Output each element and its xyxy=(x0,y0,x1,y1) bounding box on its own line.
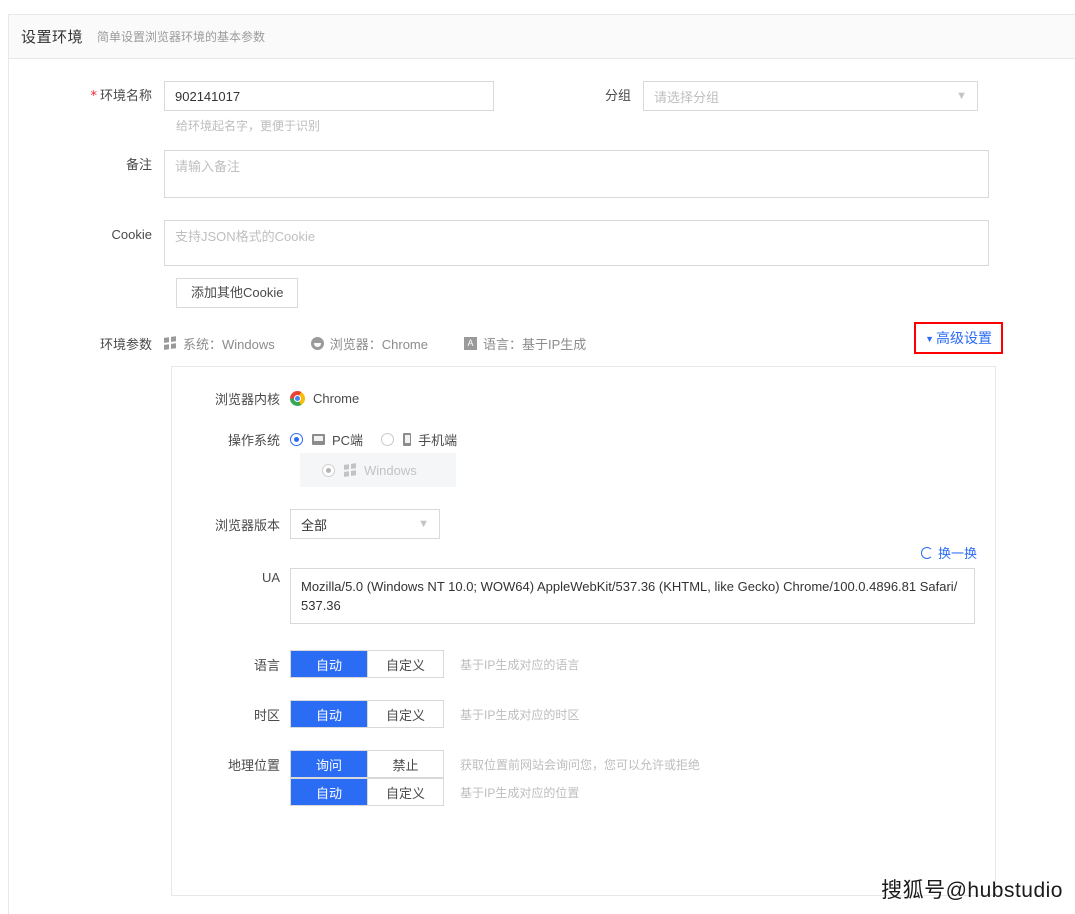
timezone-toggle-auto[interactable]: 自动 xyxy=(291,701,367,727)
geolocation-source-hint: 基于IP生成对应的位置 xyxy=(460,784,579,801)
timezone-hint: 基于IP生成对应的时区 xyxy=(460,706,579,723)
env-name-helper: 给环境起名字，更便于识别 xyxy=(176,117,1075,134)
language-toggle-auto[interactable]: 自动 xyxy=(291,651,367,677)
browser-kernel-value: Chrome xyxy=(313,391,359,406)
operating-system-row: 操作系统 PC端 手机端 xyxy=(172,430,995,449)
timezone-label: 时区 xyxy=(172,705,290,724)
page-title: 设置环境 xyxy=(21,26,83,47)
env-param-system: 系统：Windows xyxy=(164,334,275,353)
env-params-row: 环境参数 系统：Windows 浏览器：Chrome A 语言：基于IP生成 ▼… xyxy=(9,334,1075,353)
refresh-ua-button[interactable]: 换一换 xyxy=(921,543,977,562)
group-select[interactable]: 请选择分组 ▼ xyxy=(643,81,978,111)
geolocation-ask-button[interactable]: 询问 xyxy=(291,751,367,777)
watermark: 搜狐号@hubstudio xyxy=(881,874,1063,904)
browser-version-value: 全部 xyxy=(301,515,327,534)
operating-system-label: 操作系统 xyxy=(172,430,290,449)
env-name-input[interactable] xyxy=(164,81,494,111)
geolocation-source-toggle: 自动 自定义 xyxy=(290,778,444,806)
language-icon: A xyxy=(464,337,477,350)
radio-pc-icon xyxy=(290,433,303,446)
cookie-textarea[interactable] xyxy=(164,220,989,266)
geolocation-block-button[interactable]: 禁止 xyxy=(367,751,443,777)
ua-label: UA xyxy=(172,568,290,588)
cookie-label: Cookie xyxy=(9,220,164,250)
os-option-pc[interactable]: PC端 xyxy=(290,430,363,449)
chrome-grey-icon xyxy=(311,337,324,350)
geolocation-row: 地理位置 询问 禁止 获取位置前网站会询问您，您可以允许或拒绝 xyxy=(172,750,995,778)
chevron-down-icon: ▼ xyxy=(956,91,967,102)
browser-version-label: 浏览器版本 xyxy=(172,515,290,534)
env-name-label-text: 环境名称 xyxy=(100,88,152,103)
geolocation-label: 地理位置 xyxy=(172,755,290,774)
env-param-language: A 语言：基于IP生成 xyxy=(464,334,586,353)
environment-form: *环境名称 分组 请选择分组 ▼ 给环境起名字，更便于识别 备注 Cookie … xyxy=(9,59,1075,896)
os-sub-option-label: Windows xyxy=(364,463,417,478)
language-hint: 基于IP生成对应的语言 xyxy=(460,656,579,673)
browser-kernel-row: 浏览器内核 Chrome xyxy=(172,389,995,408)
group-select-placeholder: 请选择分组 xyxy=(654,87,719,106)
advanced-settings-label: 高级设置 xyxy=(936,330,992,346)
geolocation-permission-toggle: 询问 禁止 xyxy=(290,750,444,778)
chrome-icon xyxy=(290,391,305,406)
page-header: 设置环境 简单设置浏览器环境的基本参数 xyxy=(9,15,1075,59)
ua-refresh-row: 换一换 xyxy=(172,543,995,562)
required-asterisk: * xyxy=(90,89,97,104)
timezone-row: 时区 自动 自定义 基于IP生成对应的时区 xyxy=(172,700,995,728)
env-params-label: 环境参数 xyxy=(9,334,164,353)
os-option-mobile[interactable]: 手机端 xyxy=(381,430,457,449)
advanced-settings-toggle[interactable]: ▼高级设置 xyxy=(914,322,1003,354)
radio-mobile-icon xyxy=(381,433,394,446)
refresh-icon xyxy=(921,547,933,559)
add-other-cookie-button[interactable]: 添加其他Cookie xyxy=(176,278,298,308)
browser-version-select[interactable]: 全部 ▼ xyxy=(290,509,440,539)
timezone-toggle-custom[interactable]: 自定义 xyxy=(367,701,443,727)
env-param-browser-text: 浏览器：Chrome xyxy=(330,334,428,353)
language-row: 语言 自动 自定义 基于IP生成对应的语言 xyxy=(172,650,995,678)
geolocation-source-auto[interactable]: 自动 xyxy=(291,779,367,805)
geolocation-source-custom[interactable]: 自定义 xyxy=(367,779,443,805)
remark-textarea[interactable] xyxy=(164,150,989,198)
caret-down-icon: ▼ xyxy=(925,334,934,344)
page-subtitle: 简单设置浏览器环境的基本参数 xyxy=(97,28,265,45)
env-name-label: *环境名称 xyxy=(9,81,164,112)
remark-label: 备注 xyxy=(9,150,164,180)
phone-icon xyxy=(403,433,411,446)
env-param-browser: 浏览器：Chrome xyxy=(311,334,428,353)
geolocation-source-row: 自动 自定义 基于IP生成对应的位置 xyxy=(172,778,995,806)
advanced-settings-panel: 浏览器内核 Chrome 操作系统 PC端 手机端 xyxy=(171,366,996,896)
refresh-ua-label: 换一换 xyxy=(938,543,977,562)
os-sub-option-windows[interactable]: Windows xyxy=(300,453,456,487)
browser-version-row: 浏览器版本 全部 ▼ xyxy=(172,509,995,539)
settings-page: 设置环境 简单设置浏览器环境的基本参数 *环境名称 分组 请选择分组 ▼ 给环境… xyxy=(8,14,1075,914)
remark-row: 备注 xyxy=(9,150,1075,198)
group-field: 分组 请选择分组 ▼ xyxy=(597,81,978,111)
language-toggle: 自动 自定义 xyxy=(290,650,444,678)
timezone-toggle: 自动 自定义 xyxy=(290,700,444,728)
language-toggle-custom[interactable]: 自定义 xyxy=(367,651,443,677)
browser-kernel-label: 浏览器内核 xyxy=(172,389,290,408)
geolocation-hint: 获取位置前网站会询问您，您可以允许或拒绝 xyxy=(460,756,700,773)
windows-icon xyxy=(164,336,177,351)
chevron-down-icon: ▼ xyxy=(418,519,429,530)
env-param-language-text: 语言：基于IP生成 xyxy=(483,334,586,353)
ua-row: UA Mozilla/5.0 (Windows NT 10.0; WOW64) … xyxy=(172,568,995,624)
group-label: 分组 xyxy=(597,81,643,111)
ua-input[interactable]: Mozilla/5.0 (Windows NT 10.0; WOW64) App… xyxy=(290,568,975,624)
env-param-system-text: 系统：Windows xyxy=(183,334,275,353)
language-label: 语言 xyxy=(172,655,290,674)
env-name-row: *环境名称 分组 请选择分组 ▼ xyxy=(9,81,1075,112)
os-option-mobile-label: 手机端 xyxy=(418,430,457,449)
cookie-row: Cookie xyxy=(9,220,1075,266)
desktop-icon xyxy=(312,434,325,445)
radio-windows-icon xyxy=(322,464,335,477)
windows-icon xyxy=(344,463,357,478)
os-option-pc-label: PC端 xyxy=(332,430,363,449)
